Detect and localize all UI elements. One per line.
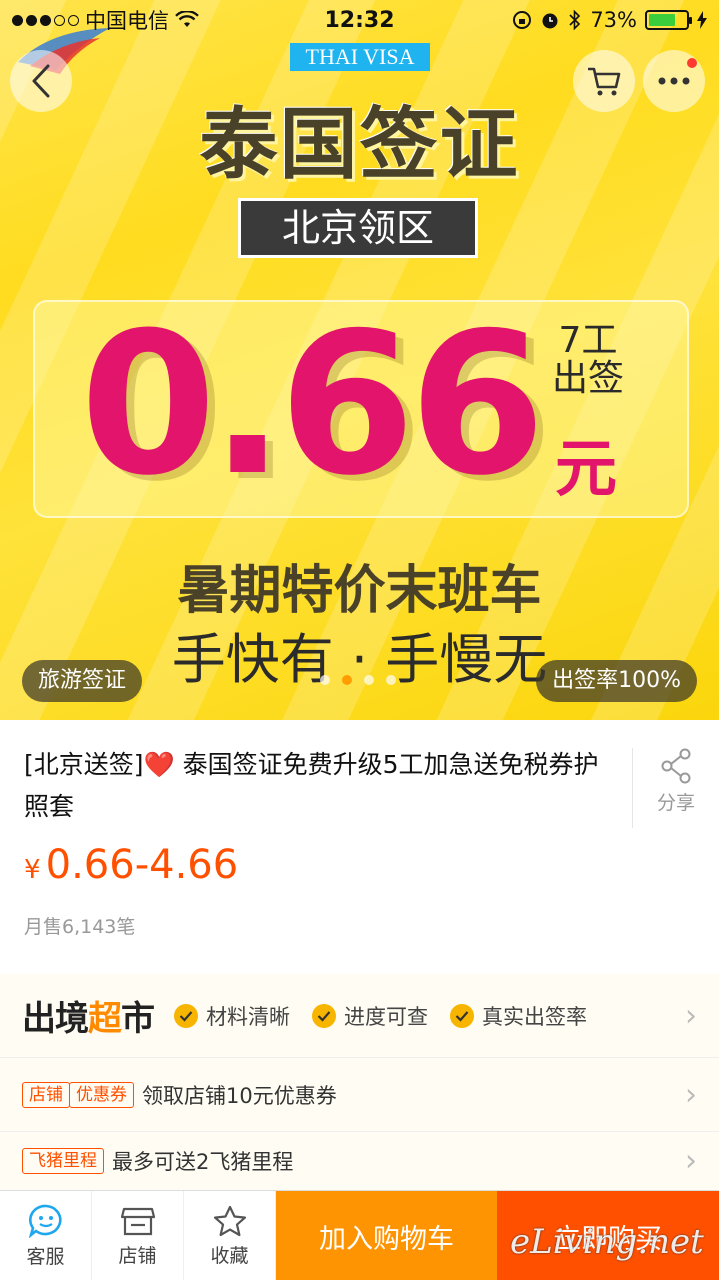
store-label: 店铺 (118, 1244, 157, 1267)
status-bar: 中国电信 12:32 73% (0, 0, 719, 40)
service-label: 客服 (26, 1245, 65, 1268)
coupon-tag: 优惠券 (69, 1081, 134, 1108)
cart-button[interactable] (573, 50, 635, 112)
approval-rate-pill: 出签率100% (536, 660, 697, 702)
more-button[interactable] (643, 50, 705, 112)
bluetooth-icon (569, 9, 581, 31)
check-icon (312, 1003, 336, 1028)
visa-type-pill: 旅游签证 (22, 660, 143, 702)
carousel-indicator (320, 675, 396, 685)
carousel-dot (386, 675, 396, 685)
heart-icon: ❤️ (143, 750, 175, 779)
notification-dot (687, 58, 697, 68)
star-icon (213, 1205, 246, 1236)
battery-percent: 73% (590, 8, 637, 32)
monthly-sales: 月售6,143笔 (24, 916, 136, 938)
banner-region: 北京领区 (238, 198, 478, 258)
favorite-button[interactable]: 收藏 (184, 1191, 276, 1280)
store-button[interactable]: 店铺 (92, 1191, 184, 1280)
add-to-cart-button[interactable]: 加入购物车 (276, 1191, 497, 1280)
mileage-tag: 飞猪里程 (22, 1148, 104, 1174)
carrier-label: 中国电信 (85, 9, 169, 33)
coupon-tags: 店铺 优惠券 (22, 1081, 134, 1108)
coupon-text: 领取店铺10元优惠券 (142, 1083, 337, 1108)
carousel-dot (342, 675, 352, 685)
store-tag: 店铺 (22, 1081, 70, 1108)
banner-price: 0.66 (80, 291, 546, 519)
promo-section: 出境超市 材料清晰 进度可查 真实出签率 › 店铺 优惠券 领取店铺10元优惠券… (0, 974, 719, 1190)
carousel-dot (364, 675, 374, 685)
product-image-carousel[interactable]: 中国电信 12:32 73% THAI VISA 泰国签证 北京领区 0.66 … (0, 0, 719, 720)
watermark: eLiving.net (510, 1222, 704, 1262)
mileage-text: 最多可送2飞猪里程 (112, 1150, 294, 1174)
banner-badge-line2: 出签 (552, 358, 625, 399)
price-range: 0.66-4.66 (45, 842, 239, 888)
charging-icon (697, 11, 707, 29)
cart-icon (588, 67, 621, 96)
feature-item: 材料清晰 (174, 1001, 290, 1031)
wifi-icon (175, 11, 199, 27)
chevron-right-icon: › (685, 998, 697, 1033)
product-price: ¥ 0.66-4.66 (24, 842, 238, 888)
share-icon (661, 748, 691, 784)
visa-tag: THAI VISA (290, 43, 430, 71)
product-info: [北京送签]❤️ 泰国签证免费升级5工加急送免税券护照套 分享 ¥ 0.66-4… (0, 720, 719, 974)
mileage-row[interactable]: 飞猪里程 最多可送2飞猪里程 › (0, 1132, 719, 1190)
service-icon (28, 1204, 62, 1238)
back-button[interactable] (10, 50, 72, 112)
feature-item: 真实出签率 (450, 1001, 587, 1031)
banner-price-unit: 元 (555, 432, 618, 505)
check-icon (450, 1003, 474, 1028)
back-icon (32, 64, 50, 98)
status-time: 12:32 (324, 7, 395, 33)
store-icon (120, 1207, 155, 1235)
signal-icon (12, 14, 79, 26)
service-guarantee-row[interactable]: 出境超市 材料清晰 进度可查 真实出签率 › (0, 974, 719, 1058)
banner-badge: 7工 出签 (552, 322, 624, 398)
more-icon (658, 77, 690, 85)
favorite-label: 收藏 (210, 1244, 249, 1267)
service-button[interactable]: 客服 (0, 1191, 92, 1280)
rotation-lock-icon (513, 11, 532, 29)
feature-item: 进度可查 (312, 1001, 428, 1031)
coupon-row[interactable]: 店铺 优惠券 领取店铺10元优惠券 › (0, 1058, 719, 1132)
chevron-right-icon: › (685, 1143, 697, 1179)
banner-badge-line1: 7工 (558, 320, 618, 361)
share-button[interactable]: 分享 (632, 748, 719, 828)
check-icon (174, 1003, 198, 1028)
product-title: [北京送签]❤️ 泰国签证免费升级5工加急送免税券护照套 (24, 744, 614, 828)
price-currency: ¥ (24, 855, 41, 885)
product-title-prefix: [北京送签] (24, 750, 144, 779)
battery-icon (645, 10, 692, 30)
carousel-dot (320, 675, 330, 685)
banner-slogan-1: 暑期特价末班车 (177, 561, 542, 621)
alarm-icon (542, 13, 558, 29)
share-label: 分享 (656, 792, 695, 814)
brand-label: 出境超市 (22, 999, 155, 1039)
chevron-right-icon: › (685, 1077, 697, 1112)
